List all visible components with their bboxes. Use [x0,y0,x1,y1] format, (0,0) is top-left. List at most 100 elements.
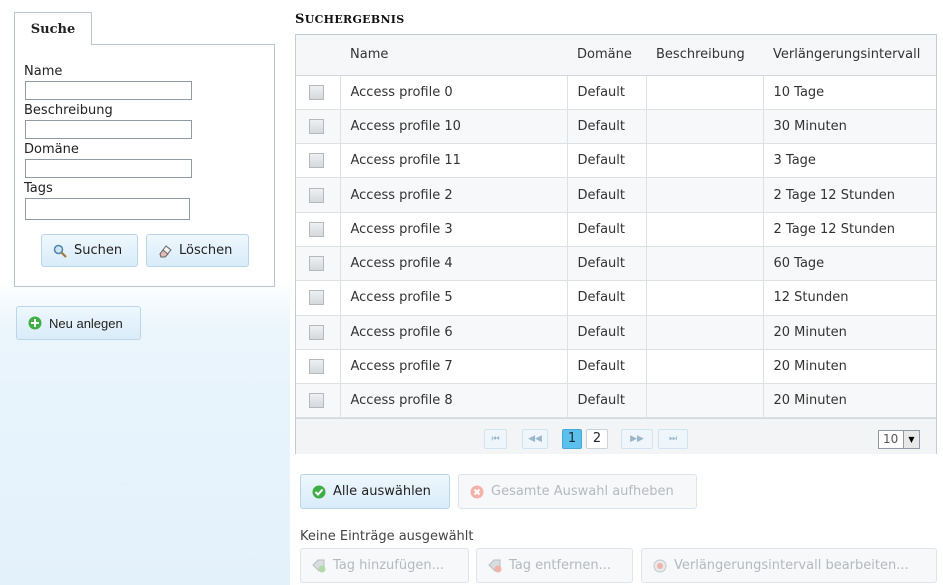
row-checkbox-cell [296,75,341,110]
edit-interval-button[interactable]: Verlängerungsintervall bearbeiten... [641,548,937,583]
cell-interval: 2 Tage 12 Stunden [763,177,936,213]
cell-name: Access profile 5 [340,280,568,316]
domain-input[interactable] [25,159,192,178]
remove-tag-label: Tag entfernen... [509,558,612,573]
cell-domain: Default [567,315,647,350]
row-checkbox[interactable] [309,153,324,169]
next-page-button[interactable]: ▶▶ [621,429,653,449]
check-circle-icon [312,485,326,499]
cell-description [646,75,764,110]
search-button[interactable]: Suchen [41,234,138,267]
cell-interval: 20 Minuten [763,383,936,419]
row-checkbox[interactable] [309,84,324,100]
row-checkbox[interactable] [309,290,324,306]
cell-domain: Default [567,75,647,110]
cell-name: Access profile 2 [340,177,568,213]
add-tag-button[interactable]: Tag hinzufügen... [300,548,469,583]
cell-name: Access profile 11 [340,143,568,179]
cell-description [646,109,764,145]
table-row[interactable]: Access profile 6 Default 20 Minuten [296,315,936,350]
cell-name: Access profile 3 [340,212,568,247]
cell-domain: Default [567,280,647,316]
eraser-icon [158,244,172,258]
description-input[interactable] [25,120,192,139]
description-label: Beschreibung [24,103,113,118]
table-row[interactable]: Access profile 7 Default 20 Minuten [296,349,936,385]
page-1-button[interactable]: 1 [562,429,582,449]
header-interval[interactable]: Verlängerungsintervall [763,35,936,76]
results-title: SUCHERGEBNIS [295,12,405,27]
new-button[interactable]: Neu anlegen [16,306,141,340]
last-page-button[interactable]: ⏭ [658,429,688,449]
header-checkbox [296,35,340,76]
select-all-button[interactable]: Alle auswählen [300,474,450,509]
cell-interval: 2 Tage 12 Stunden [763,212,936,247]
table-header: Name Domäne Beschreibung Verlängerungsin… [296,35,936,76]
row-checkbox-cell [296,143,341,179]
remove-tag-button[interactable]: Tag entfernen... [476,548,633,583]
page-2-button[interactable]: 2 [586,429,608,449]
cell-domain: Default [567,212,647,247]
cell-domain: Default [567,349,647,385]
row-checkbox[interactable] [309,359,324,375]
table-row[interactable]: Access profile 10 Default 30 Minuten [296,109,936,145]
header-name[interactable]: Name [340,35,567,76]
clock-edit-icon [653,559,667,573]
cell-description [646,383,764,419]
dropdown-arrow-icon: ▼ [903,431,919,448]
cell-name: Access profile 0 [340,75,568,110]
row-checkbox[interactable] [309,221,324,237]
cell-interval: 12 Stunden [763,280,936,316]
row-checkbox-cell [296,212,341,247]
row-checkbox-cell [296,246,341,282]
cell-interval: 20 Minuten [763,349,936,385]
cell-name: Access profile 8 [340,383,568,419]
table-row[interactable]: Access profile 2 Default 2 Tage 12 Stunden [296,177,936,213]
row-checkbox[interactable] [309,118,324,134]
name-input[interactable] [25,81,192,100]
tag-add-icon [312,559,326,573]
tag-remove-icon [488,559,502,573]
table-row[interactable]: Access profile 11 Default 3 Tage [296,143,936,179]
deselect-all-label: Gesamte Auswahl aufheben [491,484,674,499]
row-checkbox-cell [296,349,341,385]
cell-interval: 20 Minuten [763,315,936,350]
clear-button[interactable]: Löschen [146,234,249,267]
row-checkbox[interactable] [309,256,324,272]
tags-input[interactable] [25,198,190,220]
table-row[interactable]: Access profile 4 Default 60 Tage [296,246,936,282]
cell-name: Access profile 4 [340,246,568,282]
row-checkbox[interactable] [309,393,324,409]
tags-label: Tags [24,181,53,196]
name-label: Name [24,64,63,79]
tab-search[interactable]: Suche [14,12,92,45]
cell-description [646,143,764,179]
row-checkbox-cell [296,109,341,145]
cell-interval: 60 Tage [763,246,936,282]
row-checkbox-cell [296,315,341,350]
prev-page-button[interactable]: ◀◀ [522,429,548,449]
select-all-label: Alle auswählen [333,484,431,499]
deselect-all-button[interactable]: Gesamte Auswahl aufheben [458,474,697,509]
header-description[interactable]: Beschreibung [646,35,763,76]
header-domain[interactable]: Domäne [567,35,646,76]
row-checkbox-cell [296,383,341,419]
row-checkbox[interactable] [309,324,324,340]
selection-status: Keine Einträge ausgewählt [300,529,474,544]
row-checkbox[interactable] [309,187,324,203]
cell-interval: 3 Tage [763,143,936,179]
search-button-label: Suchen [74,243,123,258]
table-row[interactable]: Access profile 0 Default 10 Tage [296,75,936,110]
row-checkbox-cell [296,280,341,316]
cell-description [646,349,764,385]
cancel-circle-icon [470,485,484,499]
cell-name: Access profile 10 [340,109,568,145]
new-button-label: Neu anlegen [49,315,123,331]
cell-interval: 10 Tage [763,75,936,110]
table-row[interactable]: Access profile 3 Default 2 Tage 12 Stunden [296,212,936,247]
cell-domain: Default [567,246,647,282]
first-page-button[interactable]: ⏮ [484,429,507,449]
table-row[interactable]: Access profile 5 Default 12 Stunden [296,280,936,316]
page-size-select[interactable]: 10 ▼ [878,430,920,449]
table-row[interactable]: Access profile 8 Default 20 Minuten [296,383,936,419]
